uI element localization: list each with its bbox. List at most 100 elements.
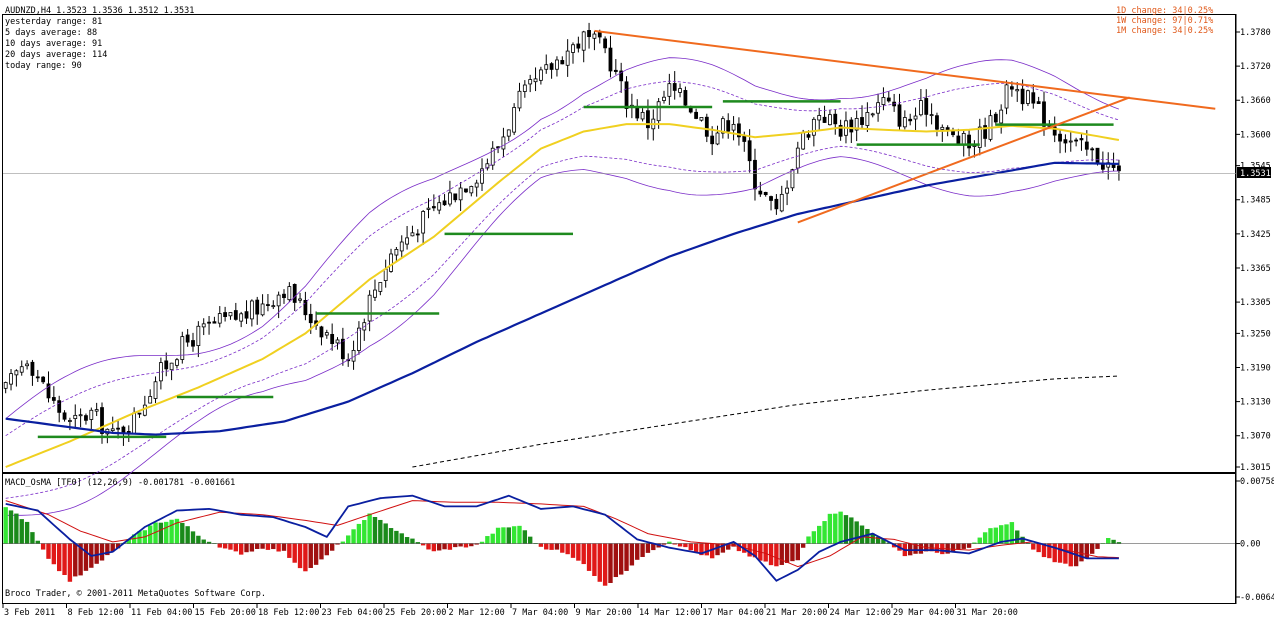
candle-body (501, 136, 506, 150)
candle-body (464, 188, 468, 193)
candle-body (1036, 101, 1041, 104)
osma-bar (640, 543, 645, 557)
candle-body (683, 90, 688, 106)
candle-body (298, 298, 302, 301)
osma-bar (164, 521, 169, 544)
osma-bar (1036, 543, 1041, 553)
candle-body (410, 232, 415, 237)
osma-bar (966, 543, 972, 548)
price-axis: 1.37801.37201.36601.36001.35451.34851.34… (1236, 28, 1274, 603)
osma-bar (918, 543, 924, 554)
osma-bar (453, 543, 458, 548)
osma-tick-label: 0.00758 (1240, 477, 1274, 487)
osma-bar (431, 543, 437, 552)
candle-body (35, 376, 40, 379)
candle-body (164, 360, 169, 370)
time-tick-label: 14 Mar 12:00 (639, 608, 700, 618)
osma-bar (319, 543, 324, 560)
candle-body (1084, 141, 1089, 150)
candle-body (19, 366, 24, 373)
candle-body (148, 396, 153, 404)
osma-bar (859, 525, 865, 544)
candle-body (292, 284, 297, 303)
osma-bar (447, 543, 453, 550)
candle-body (646, 110, 650, 129)
candle-body (1074, 139, 1079, 142)
osma-bar (458, 543, 463, 547)
candle-body (576, 43, 581, 49)
osma-bar (346, 535, 351, 544)
osma-bar (1111, 539, 1116, 544)
candle-body (100, 407, 104, 434)
candle-body (1015, 89, 1020, 92)
candle-body (201, 323, 206, 328)
osma-bar (356, 523, 362, 544)
candle-body (78, 414, 83, 417)
candle-body (233, 310, 238, 320)
osma-bar (437, 543, 442, 551)
osma-bar (394, 530, 399, 544)
candle-body (330, 333, 335, 345)
current-price-label: 1.3531 (1240, 169, 1271, 179)
candle-body (276, 294, 281, 307)
candle-body (533, 78, 538, 83)
candle-body (373, 289, 377, 298)
candle-body (249, 300, 254, 320)
candle-body (956, 135, 961, 144)
osma-bar (768, 543, 774, 566)
candle-body (153, 381, 158, 399)
osma-bar (592, 543, 597, 576)
osma-bar (410, 538, 415, 544)
candle-body (774, 198, 779, 210)
candle-body (613, 69, 618, 72)
candle-body (357, 327, 361, 351)
osma-bar (217, 543, 222, 548)
candle-body (555, 59, 559, 70)
osma-bar (779, 543, 784, 565)
candle-body (993, 113, 998, 123)
candle-body (180, 336, 185, 360)
osma-bar (260, 543, 265, 549)
price-panel[interactable] (3, 22, 1236, 516)
osma-bar (827, 513, 833, 544)
candle-body (747, 140, 752, 162)
trading-chart[interactable]: 1.37801.37201.36601.36001.35451.34851.34… (0, 0, 1274, 620)
candle-body (828, 114, 832, 126)
osma-bar (688, 543, 693, 551)
candle-body (474, 182, 479, 188)
osma-bar (774, 543, 779, 567)
candle-body (886, 97, 891, 102)
osma-bar (265, 543, 271, 550)
osma-bar (83, 543, 89, 571)
osma-bar (667, 541, 672, 544)
osma-bar (565, 543, 570, 555)
candle-body (790, 169, 795, 189)
candle-body (223, 312, 228, 317)
osma-bar (1057, 543, 1063, 563)
osma-bar (838, 511, 843, 544)
candle-body (710, 135, 715, 145)
candle-body (795, 147, 800, 169)
candle-body (3, 382, 8, 389)
osma-bar (196, 535, 201, 544)
price-tick-label: 1.3720 (1240, 62, 1271, 72)
price-tick-label: 1.3250 (1240, 329, 1271, 339)
osma-bar (1015, 530, 1020, 544)
candle-body (383, 268, 388, 281)
candle-body (14, 370, 19, 376)
candle-body (1068, 140, 1073, 143)
candle-body (1090, 148, 1095, 151)
candle-body (538, 69, 543, 81)
candle-body (1095, 147, 1100, 164)
candle-body (212, 321, 217, 324)
candle-body (437, 202, 442, 211)
indicator-panel[interactable] (3, 494, 1236, 586)
candle-body (897, 104, 902, 127)
osma-bar (1095, 543, 1100, 549)
bollinger-band (5, 145, 1119, 499)
candle-body (715, 132, 720, 145)
candle-body (935, 115, 939, 130)
osma-bar (276, 543, 281, 552)
price-tick-label: 1.3070 (1240, 432, 1271, 442)
candle-body (137, 412, 142, 415)
